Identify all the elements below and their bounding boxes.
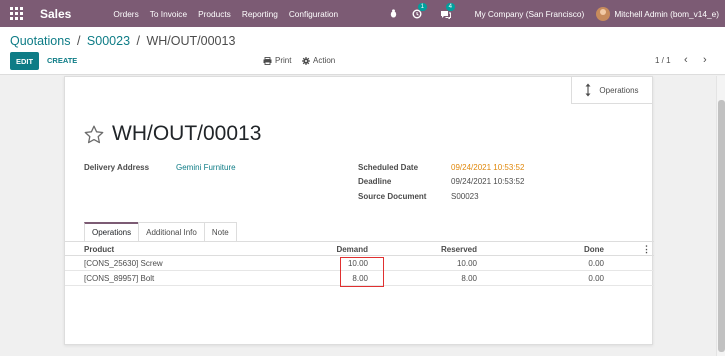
source-document-label: Source Document (358, 192, 427, 201)
scrollbar-thumb[interactable] (718, 100, 725, 352)
breadcrumb-order[interactable]: S00023 (87, 34, 130, 48)
scheduled-date-label: Scheduled Date (358, 163, 419, 172)
tab-additional-info[interactable]: Additional Info (138, 222, 205, 241)
header-product[interactable]: Product (84, 245, 114, 254)
deadline-label: Deadline (358, 177, 392, 186)
company-switcher[interactable]: My Company (San Francisco) (475, 9, 585, 19)
action-label: Action (313, 56, 336, 65)
deadline-value[interactable]: 09/24/2021 10:53:52 (451, 177, 524, 186)
demand-highlight-box (340, 257, 384, 287)
avatar (596, 6, 611, 21)
menu-item-reporting[interactable]: Reporting (242, 9, 278, 19)
title-row: WH/OUT/00013 (84, 122, 261, 146)
menu-item-products[interactable]: Products (198, 9, 231, 19)
scheduled-date-value[interactable]: 09/24/2021 10:53:52 (451, 163, 524, 172)
print-button[interactable]: Print (263, 56, 291, 65)
notebook-tabs: Operations Additional Info Note (84, 222, 237, 242)
row-reserved: 8.00 (461, 274, 477, 283)
messages-icon[interactable]: 4 (440, 2, 455, 19)
delivery-address-label: Delivery Address (84, 163, 150, 172)
app-brand[interactable]: Sales (40, 7, 71, 21)
activity-count-badge: 1 (417, 2, 427, 11)
operations-button-label: Operations (599, 85, 639, 95)
edit-button[interactable]: EDIT (10, 52, 39, 70)
source-document-value[interactable]: S00023 (451, 192, 479, 201)
breadcrumb-separator: / (136, 34, 140, 48)
breadcrumb-current: WH/OUT/00013 (146, 34, 236, 48)
action-button[interactable]: Action (302, 56, 335, 65)
breadcrumb-separator: / (76, 34, 81, 48)
breadcrumb: Quotations / S00023 / WH/OUT/00013 (10, 34, 235, 48)
table-header: Product Demand Reserved Done ⋮ (65, 241, 654, 256)
menu-item-configuration[interactable]: Configuration (289, 9, 338, 19)
print-icon (263, 56, 272, 65)
message-count-badge: 4 (445, 2, 455, 11)
row-reserved: 10.00 (456, 259, 477, 268)
scrollbar[interactable] (716, 76, 725, 356)
delivery-address-value[interactable]: Gemini Furniture (176, 163, 236, 172)
menu-item-to-invoice[interactable]: To Invoice (150, 9, 187, 19)
print-label: Print (275, 56, 292, 65)
user-name: Mitchell Admin (bom_v14_e) (614, 8, 719, 19)
optional-columns-icon[interactable]: ⋮ (642, 244, 651, 255)
star-icon[interactable] (84, 125, 104, 144)
pager-previous-icon[interactable]: ‹ (684, 54, 688, 66)
breadcrumb-quotations[interactable]: Quotations (10, 34, 70, 48)
row-product: [CONS_25630] Screw (84, 259, 163, 268)
header-reserved[interactable]: Reserved (441, 245, 477, 254)
bug-icon[interactable] (389, 9, 398, 18)
operations-smart-button[interactable]: Operations (571, 77, 652, 104)
navbar-systray: 1 4 My Company (San Francisco) Mitchell … (389, 0, 725, 27)
header-demand[interactable]: Demand (336, 245, 368, 254)
pager-value[interactable]: 1 / 1 (655, 56, 671, 65)
pager-next-icon[interactable]: › (703, 54, 707, 66)
tab-operations[interactable]: Operations (84, 222, 140, 241)
tab-note[interactable]: Note (203, 222, 237, 241)
create-button[interactable]: CREATE (47, 56, 77, 65)
gear-icon (302, 56, 310, 65)
apps-menu-icon[interactable] (9, 7, 23, 21)
arrows-vertical-icon (585, 83, 591, 97)
menu-item-orders[interactable]: Orders (113, 9, 138, 19)
user-menu[interactable]: Mitchell Admin (bom_v14_e) (596, 6, 719, 21)
row-product: [CONS_89957] Bolt (84, 274, 155, 283)
row-done: 0.00 (588, 274, 604, 283)
activity-icon[interactable]: 1 (412, 2, 427, 19)
row-done: 0.00 (588, 259, 604, 268)
main-menu: Orders To Invoice Products Reporting Con… (113, 9, 349, 19)
record-title: WH/OUT/00013 (112, 122, 262, 145)
form-sheet: Operations WH/OUT/00013 Delivery Address… (64, 76, 654, 345)
top-navbar: Sales Orders To Invoice Products Reporti… (0, 0, 725, 27)
header-done[interactable]: Done (584, 245, 604, 254)
